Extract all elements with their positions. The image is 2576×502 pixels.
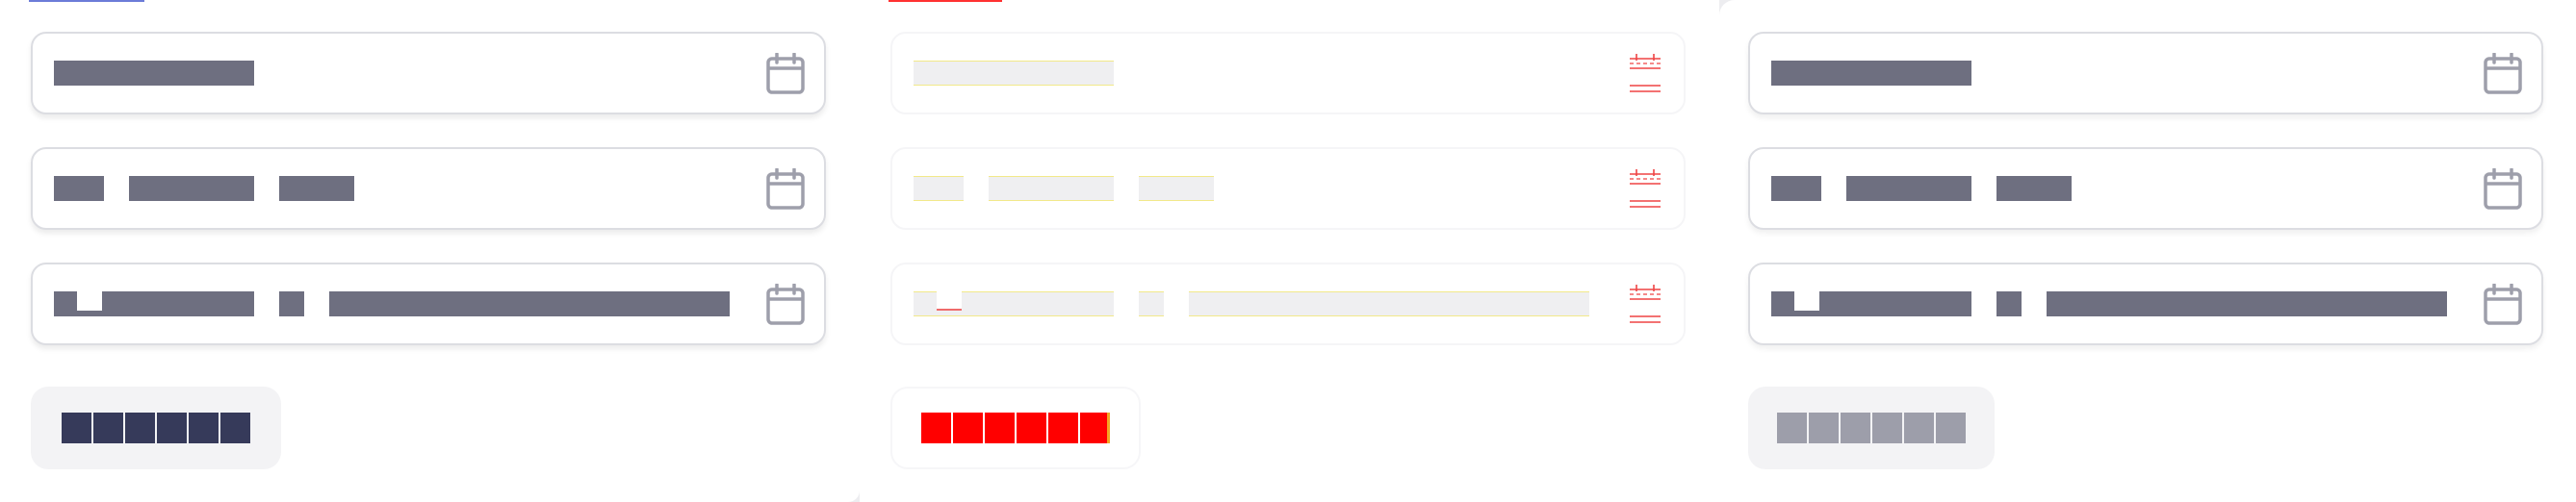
panel-default: [0, 0, 860, 502]
calendar-icon[interactable]: [766, 53, 805, 95]
separator-segment[interactable]: [1139, 291, 1164, 316]
year-segment[interactable]: [1139, 176, 1214, 201]
chip-cell: [189, 413, 219, 443]
year-segment[interactable]: [1996, 176, 2072, 201]
chip-cell: [985, 413, 1015, 443]
chip-cell: [157, 413, 187, 443]
calendar-icon[interactable]: [1626, 284, 1664, 326]
date-field[interactable]: [1748, 32, 2543, 114]
date-segment[interactable]: [54, 61, 254, 86]
calendar-icon[interactable]: [766, 168, 805, 211]
day-segment[interactable]: [989, 176, 1114, 201]
date-field[interactable]: [31, 32, 826, 114]
chip-cell: [1809, 413, 1839, 443]
chip-cells: [921, 413, 1110, 443]
calendar-icon[interactable]: [1626, 168, 1664, 211]
calendar-icon[interactable]: [2484, 284, 2522, 326]
chip-cell: [1777, 413, 1807, 443]
date-time-field[interactable]: [890, 263, 1686, 345]
year-segment[interactable]: [279, 176, 354, 201]
chip-cell: [62, 413, 91, 443]
chip-cell: [93, 413, 123, 443]
chip-cell: [1048, 413, 1078, 443]
chip-cells: [1777, 413, 1966, 443]
date-segment[interactable]: [914, 61, 1114, 86]
time-segment[interactable]: [1189, 291, 1589, 316]
date-field[interactable]: [890, 32, 1686, 114]
chip-cell: [953, 413, 983, 443]
day-segment[interactable]: [129, 176, 254, 201]
panel-accent-line: [29, 0, 144, 2]
format-chip[interactable]: [31, 387, 281, 469]
chip-cell: [1936, 413, 1966, 443]
chip-cell: [1841, 413, 1870, 443]
panel-accent-line: [889, 0, 1002, 2]
panel-disabled: [1719, 0, 2576, 502]
chip-cell: [1017, 413, 1046, 443]
chip-cell: [1872, 413, 1902, 443]
date-segment[interactable]: [1771, 61, 1971, 86]
date-range-field[interactable]: [890, 147, 1686, 230]
time-segment[interactable]: [329, 291, 730, 316]
format-chip[interactable]: [1748, 387, 1995, 469]
chip-cell: [921, 413, 951, 443]
format-chip[interactable]: [890, 387, 1141, 469]
separator-segment[interactable]: [1996, 291, 2022, 316]
month-segment[interactable]: [1771, 176, 1821, 201]
calendar-icon[interactable]: [2484, 53, 2522, 95]
date-time-field[interactable]: [1748, 263, 2543, 345]
day-segment[interactable]: [1846, 176, 1971, 201]
month-segment[interactable]: [54, 176, 104, 201]
calendar-icon[interactable]: [2484, 168, 2522, 211]
date-time-field[interactable]: [31, 263, 826, 345]
date-range-field[interactable]: [31, 147, 826, 230]
calendar-icon[interactable]: [766, 284, 805, 326]
chip-cells: [62, 413, 250, 443]
month-segment[interactable]: [914, 176, 964, 201]
cursor-notch: [77, 291, 102, 311]
cursor-notch: [1794, 291, 1819, 311]
date-range-field[interactable]: [1748, 147, 2543, 230]
chip-cell: [220, 413, 250, 443]
chip-cell: [1080, 413, 1110, 443]
time-segment[interactable]: [2047, 291, 2447, 316]
separator-segment[interactable]: [279, 291, 304, 316]
chip-cell: [1904, 413, 1934, 443]
chip-cell: [125, 413, 155, 443]
panel-debug-clean: [860, 0, 1719, 502]
calendar-icon[interactable]: [1626, 53, 1664, 95]
cursor-notch: [937, 291, 962, 311]
